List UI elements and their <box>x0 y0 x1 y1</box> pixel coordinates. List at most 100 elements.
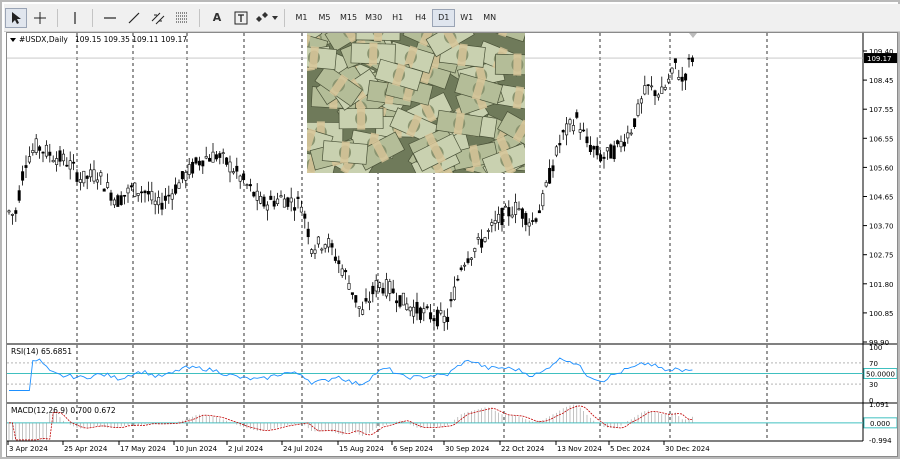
price-level-label: 106.55 <box>869 135 894 143</box>
candle-body <box>129 185 133 188</box>
horizontal-line-tool-button[interactable] <box>99 8 121 28</box>
date-axis: 3 Apr 2024 25 Apr 2024 17 May 2024 10 Jun 2… <box>7 441 710 453</box>
candle-body <box>272 200 276 207</box>
text-tool-button[interactable]: A <box>206 8 228 28</box>
price-level-label: 101.80 <box>869 281 894 289</box>
timeframe-m1[interactable]: M1 <box>290 9 313 27</box>
candle-body <box>293 207 297 211</box>
candle-body <box>514 201 518 215</box>
candle-body <box>364 298 368 302</box>
candle-body <box>667 78 671 83</box>
candle-body <box>95 179 99 183</box>
candle-body <box>327 238 331 248</box>
candle-body <box>160 202 164 210</box>
shapes-dropdown[interactable] <box>271 8 279 28</box>
drawing-toolbar: A M1 M5 M15 M30 H1 H4 D1 W1 MN <box>4 4 900 32</box>
candle-body <box>490 222 494 226</box>
date-label: 13 Nov 2024 <box>557 445 602 453</box>
candle-body <box>680 76 684 82</box>
candle-body <box>602 156 606 159</box>
candle-body <box>344 270 348 273</box>
candle-body <box>204 156 208 159</box>
fibonacci-tool-button[interactable] <box>171 8 193 28</box>
trendline-tool-button[interactable] <box>123 8 145 28</box>
candle-body <box>371 285 375 295</box>
candle-body <box>78 179 82 183</box>
cursor-tool-button[interactable] <box>5 7 27 28</box>
candle-body <box>194 157 198 164</box>
candle-body <box>446 316 450 322</box>
candle-body <box>180 171 184 180</box>
candle-body <box>439 310 443 314</box>
channel-icon <box>151 12 165 24</box>
candle-body <box>633 118 637 127</box>
candle-body <box>357 306 361 309</box>
chevron-down-icon <box>272 15 278 20</box>
timeframe-m30[interactable]: M30 <box>361 9 386 27</box>
candle-body <box>646 84 650 87</box>
candle-body <box>235 165 239 172</box>
candle-body <box>524 213 528 225</box>
candle-body <box>541 193 545 207</box>
candle-body <box>303 213 307 219</box>
candle-body <box>184 172 188 181</box>
timeframe-mn[interactable]: MN <box>478 9 501 27</box>
timeframe-m5[interactable]: M5 <box>313 9 336 27</box>
vertical-line-icon <box>74 11 76 24</box>
candle-body <box>228 161 232 173</box>
text-label-tool-button[interactable] <box>230 8 252 28</box>
candle-body <box>27 156 31 163</box>
candle-body <box>347 283 351 290</box>
candle-body <box>626 132 630 139</box>
candle-body <box>252 191 256 197</box>
candle-body <box>592 146 596 150</box>
candle-body <box>663 86 667 90</box>
symbol-menu-icon[interactable] <box>10 38 16 42</box>
macd-panel: 1.091 -0.994 0.000 <box>7 401 898 445</box>
rsi-level-label: 100 <box>869 344 882 352</box>
candle-body <box>238 175 242 182</box>
dollar-bill <box>355 33 401 42</box>
trendline-icon <box>128 12 140 23</box>
price-level-label: 105.60 <box>869 164 894 172</box>
shapes-icon <box>256 11 268 22</box>
rsi-level-label: 70 <box>869 360 878 368</box>
date-label: 22 Oct 2024 <box>501 445 545 453</box>
candle-body <box>99 172 103 177</box>
candle-body <box>286 197 290 207</box>
price-level-label: 104.65 <box>869 194 894 202</box>
crosshair-tool-button[interactable] <box>29 8 51 28</box>
candle-body <box>116 195 120 207</box>
candle-body <box>187 164 191 175</box>
candle-body <box>214 154 218 160</box>
horizontal-line-icon <box>104 16 116 19</box>
date-label: 25 Apr 2024 <box>64 445 108 453</box>
channel-tool-button[interactable] <box>147 8 169 28</box>
timeframe-d1[interactable]: D1 <box>432 8 456 27</box>
timeframe-h1[interactable]: H1 <box>386 9 409 27</box>
candle-body <box>517 208 521 211</box>
candle-body <box>388 281 392 294</box>
shapes-tool-button[interactable] <box>254 8 270 28</box>
rsi-label: RSI(14) 65.6851 <box>11 347 72 356</box>
candle-body <box>265 204 269 211</box>
candle-body <box>106 182 110 188</box>
candle-body <box>282 198 286 208</box>
candle-body <box>476 237 480 240</box>
candle-body <box>391 288 395 294</box>
vertical-line-tool-button[interactable] <box>64 8 86 28</box>
macd-level-label: 1.091 <box>869 401 889 409</box>
candle-body <box>595 145 599 156</box>
chart-window[interactable]: #USDX,Daily 109.15 109.35 109.11 109.17 … <box>6 32 898 457</box>
candle-body <box>82 170 86 184</box>
candle-body <box>89 169 93 178</box>
candle-body <box>483 237 487 242</box>
candle-body <box>442 315 446 323</box>
timeframe-h4[interactable]: H4 <box>409 9 432 27</box>
timeframe-w1[interactable]: W1 <box>455 9 478 27</box>
timeframe-m15[interactable]: M15 <box>336 9 361 27</box>
date-label: 24 Jul 2024 <box>283 445 323 453</box>
candle-body <box>316 236 320 245</box>
date-label: 30 Sep 2024 <box>445 445 490 453</box>
candle-body <box>197 160 201 166</box>
